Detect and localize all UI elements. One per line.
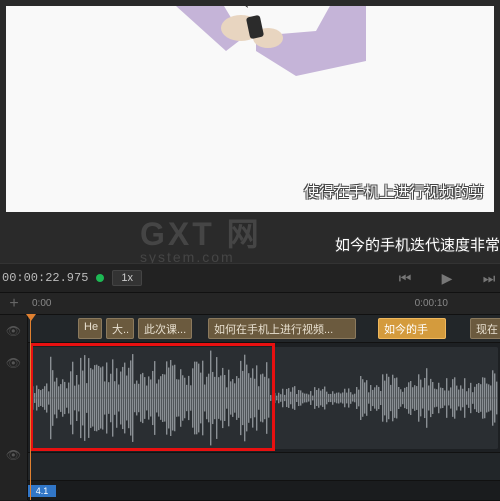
watermark: GXT 网 system.com bbox=[140, 218, 262, 264]
subtitle-clip[interactable]: 如何在手机上进行视频... bbox=[208, 318, 356, 339]
ruler-start: 0:00 bbox=[32, 298, 51, 309]
next-button[interactable]: ⏭ bbox=[482, 270, 496, 287]
timeline-ruler[interactable]: + 0:00 0:00:10 bbox=[0, 293, 500, 315]
ruler-mark: 0:00:10 bbox=[415, 298, 448, 309]
transport-bar: 00:00:22.975 1x ⏮ ▶ ⏭ bbox=[0, 263, 500, 293]
subtitle-clip[interactable]: 现在 bbox=[470, 318, 500, 339]
track-gutter: 👁 👁 👁 bbox=[0, 315, 28, 500]
video-preview: 使得在手机上进行视频的剪 bbox=[0, 0, 500, 218]
audio-track[interactable] bbox=[28, 343, 500, 453]
play-button[interactable]: ▶ bbox=[440, 270, 454, 287]
audio-waveform[interactable] bbox=[30, 347, 498, 449]
track-row[interactable]: 4.1 bbox=[28, 481, 500, 501]
preview-caption: 使得在手机上进行视频的剪 bbox=[304, 181, 484, 202]
timeline: 👁 👁 👁 He大..此次课... 如何在手机上进行视频... 如今的手 现在 4.1 bbox=[0, 315, 500, 500]
timecode: 00:00:22.975 bbox=[2, 271, 88, 285]
prev-button[interactable]: ⏮ bbox=[398, 270, 412, 287]
add-track-icon[interactable]: + bbox=[0, 295, 28, 313]
visibility-icon[interactable]: 👁 bbox=[0, 448, 27, 462]
track-row[interactable] bbox=[28, 453, 500, 481]
visibility-icon[interactable]: 👁 bbox=[0, 356, 27, 370]
subtitle-clip[interactable]: He bbox=[78, 318, 102, 339]
subtitle-clip[interactable]: 如今的手 bbox=[378, 318, 446, 339]
editor-area: GXT 网 system.com 如今的手机迭代速度非常 00:00:22.97… bbox=[0, 218, 500, 500]
preview-illustration bbox=[106, 0, 366, 136]
subtitle-track[interactable]: He大..此次课... 如何在手机上进行视频... 如今的手 现在 bbox=[28, 315, 500, 343]
subtitle-clip[interactable]: 大.. bbox=[106, 318, 134, 339]
playback-speed[interactable]: 1x bbox=[112, 270, 142, 286]
record-indicator-icon bbox=[96, 274, 104, 282]
visibility-icon[interactable]: 👁 bbox=[0, 324, 27, 338]
subtitle-clip[interactable]: 此次课... bbox=[138, 318, 192, 339]
overlay-text: 如今的手机迭代速度非常 bbox=[335, 234, 500, 255]
marker-clip[interactable]: 4.1 bbox=[28, 485, 56, 497]
